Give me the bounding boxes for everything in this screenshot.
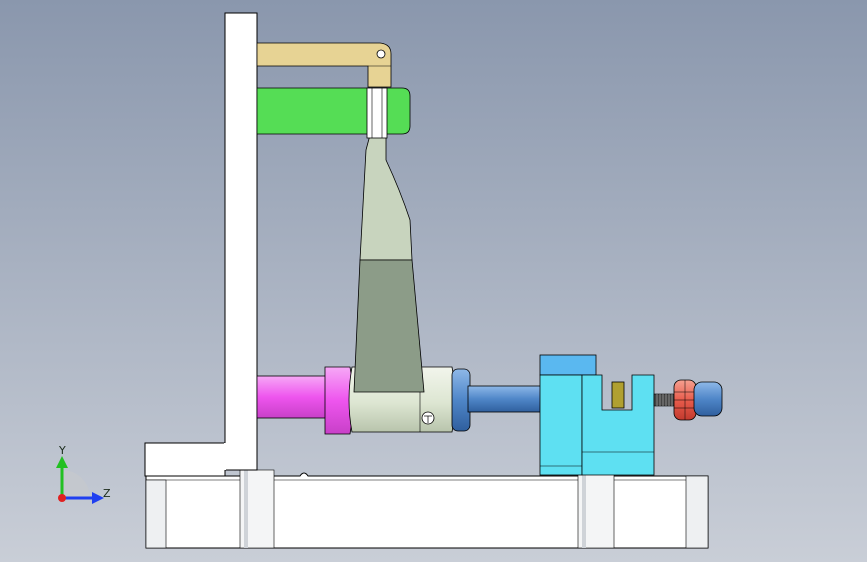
blue-push-rod[interactable] [467, 385, 543, 413]
slot-shade-1 [244, 470, 248, 548]
base-plate[interactable] [145, 469, 709, 549]
origin-dot-icon [58, 494, 66, 502]
pivot-pin-icon [376, 49, 386, 59]
green-block[interactable] [256, 87, 411, 139]
cyan-block-cap [539, 354, 597, 376]
green-block-slot [366, 87, 388, 139]
cyan-block-left [539, 374, 583, 476]
adjust-screw[interactable] [653, 393, 677, 407]
olive-pin [611, 381, 625, 409]
blue-end-knob[interactable] [693, 381, 723, 417]
cad-viewport[interactable]: Y Z [0, 0, 867, 562]
blue-end-cap[interactable] [451, 368, 471, 432]
red-lock-nut[interactable] [673, 379, 697, 421]
slot-shade-2 [582, 470, 586, 548]
y-axis-label: Y [58, 444, 66, 457]
base-slot-right [685, 475, 709, 549]
base-slot-left [145, 479, 167, 549]
z-axis-label: Z [103, 487, 111, 500]
